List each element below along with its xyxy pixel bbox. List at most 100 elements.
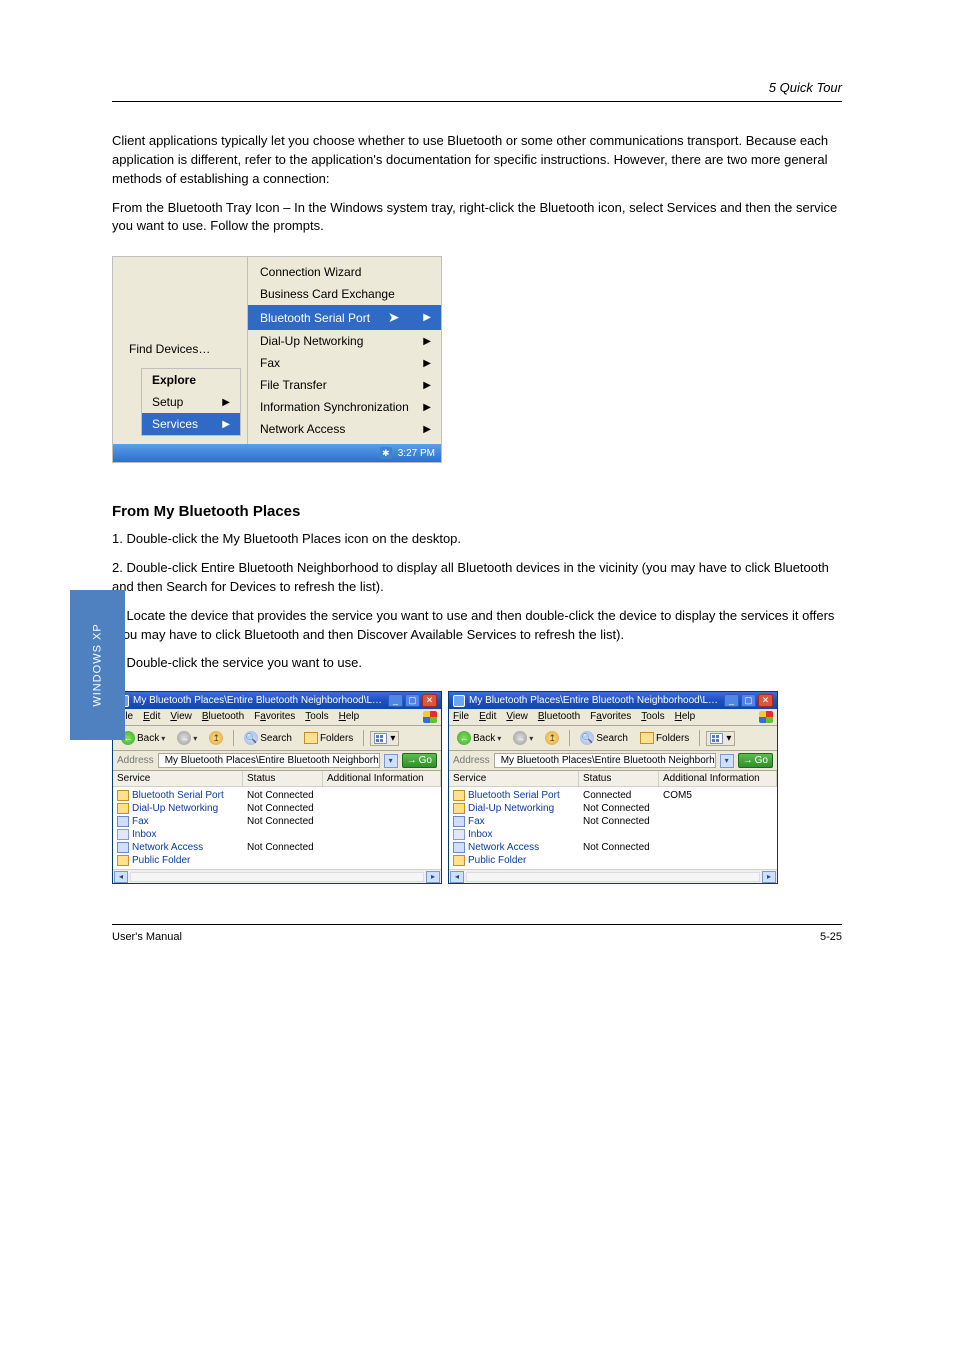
menu-view[interactable]: View	[506, 711, 528, 723]
col-additional[interactable]: Additional Information	[659, 771, 777, 786]
minimize-button[interactable]: _	[724, 694, 739, 707]
titlebar[interactable]: My Bluetooth Places\Entire Bluetooth Nei…	[113, 692, 441, 709]
svc-info-sync[interactable]: Information Synchronization▶	[248, 396, 441, 418]
menu-services[interactable]: Services▶	[142, 413, 240, 435]
svc-network-access[interactable]: Network Access▶	[248, 418, 441, 440]
service-row[interactable]: Public Folder	[113, 854, 441, 867]
scroll-left-button[interactable]: ◂	[114, 871, 128, 883]
menu-setup[interactable]: Setup▶	[142, 391, 240, 413]
menu-bluetooth[interactable]: Bluetooth	[202, 711, 244, 723]
views-button[interactable]: ▾	[370, 731, 399, 746]
service-row[interactable]: Inbox	[113, 828, 441, 841]
header-right: 5 Quick Tour	[112, 80, 842, 95]
scroll-right-button[interactable]: ▸	[762, 871, 776, 883]
service-row[interactable]: Network AccessNot Connected	[449, 841, 777, 854]
service-status	[579, 860, 659, 862]
col-service[interactable]: Service	[449, 771, 579, 786]
menu-favorites[interactable]: Favorites	[254, 711, 295, 723]
bluetooth-tray-icon[interactable]: ✱	[380, 447, 392, 459]
address-input[interactable]: My Bluetooth Places\Entire Bluetooth Nei…	[494, 753, 716, 768]
menu-tools[interactable]: Tools	[641, 711, 664, 723]
scroll-left-button[interactable]: ◂	[450, 871, 464, 883]
col-status[interactable]: Status	[579, 771, 659, 786]
menu-find-devices[interactable]: Find Devices…	[113, 334, 247, 364]
chevron-right-icon: ▶	[423, 424, 431, 435]
maximize-button[interactable]: ▢	[741, 694, 756, 707]
maximize-button[interactable]: ▢	[405, 694, 420, 707]
service-additional	[323, 795, 441, 797]
service-row[interactable]: Fax Not Connected	[113, 815, 441, 828]
up-button[interactable]: ↥	[541, 729, 563, 747]
menu-file[interactable]: File	[453, 711, 469, 723]
views-button[interactable]: ▾	[706, 731, 735, 746]
service-row[interactable]: Public Folder	[449, 854, 777, 867]
col-service[interactable]: Service	[113, 771, 243, 786]
menu-edit[interactable]: Edit	[479, 711, 496, 723]
service-status	[579, 834, 659, 836]
svc-fax[interactable]: Fax▶	[248, 352, 441, 374]
folders-button[interactable]: Folders	[300, 730, 357, 746]
service-row[interactable]: FaxNot Connected	[449, 815, 777, 828]
menu-tools[interactable]: Tools	[305, 711, 328, 723]
close-button[interactable]: ✕	[422, 694, 437, 707]
scroll-track[interactable]	[130, 872, 424, 882]
svc-bt-serial-port[interactable]: Bluetooth Serial Port➤▶	[248, 305, 441, 330]
service-additional	[659, 834, 777, 836]
menu-edit[interactable]: Edit	[143, 711, 160, 723]
service-icon	[117, 816, 129, 827]
service-row[interactable]: Dial-Up NetworkingNot Connected	[449, 802, 777, 815]
svc-business-card[interactable]: Business Card Exchange	[248, 283, 441, 305]
menu-favorites[interactable]: Favorites	[590, 711, 631, 723]
svc-dialup[interactable]: Dial-Up Networking▶	[248, 330, 441, 352]
titlebar[interactable]: My Bluetooth Places\Entire Bluetooth Nei…	[449, 692, 777, 709]
menu-explore[interactable]: Explore	[142, 369, 240, 391]
go-label: Go	[755, 755, 768, 766]
search-icon: 🔍	[244, 731, 258, 745]
service-name: Fax	[132, 816, 149, 827]
menu-help[interactable]: Help	[339, 711, 360, 723]
svc-connection-wizard[interactable]: Connection Wizard	[248, 261, 441, 283]
go-button[interactable]: → Go	[402, 753, 437, 768]
service-row[interactable]: Bluetooth Serial PortNot Connected	[113, 789, 441, 802]
col-status[interactable]: Status	[243, 771, 323, 786]
go-button[interactable]: → Go	[738, 753, 773, 768]
menu-help[interactable]: Help	[675, 711, 696, 723]
step-2: 2. Double-click Entire Bluetooth Neighbo…	[112, 559, 842, 597]
search-button[interactable]: 🔍Search	[240, 729, 296, 747]
service-row[interactable]: Inbox	[449, 828, 777, 841]
address-dropdown[interactable]: ▾	[720, 754, 734, 768]
chevron-right-icon: ▶	[423, 380, 431, 391]
footer: User's Manual 5-25	[112, 931, 842, 943]
service-row[interactable]: Bluetooth Serial PortConnectedCOM5	[449, 789, 777, 802]
service-name: Public Folder	[132, 855, 190, 866]
minimize-button[interactable]: _	[388, 694, 403, 707]
horizontal-scrollbar[interactable]: ◂ ▸	[449, 869, 777, 883]
service-row[interactable]: Network AccessNot Connected	[113, 841, 441, 854]
service-icon	[117, 855, 129, 866]
scroll-track[interactable]	[466, 872, 760, 882]
svc-file-transfer[interactable]: File Transfer▶	[248, 374, 441, 396]
chevron-right-icon: ▶	[423, 358, 431, 369]
folders-button[interactable]: Folders	[636, 730, 693, 746]
address-input[interactable]: My Bluetooth Places\Entire Bluetooth Nei…	[158, 753, 380, 768]
views-icon	[374, 733, 387, 744]
up-button[interactable]: ↥	[205, 729, 227, 747]
service-status	[243, 834, 323, 836]
address-dropdown[interactable]: ▾	[384, 754, 398, 768]
col-additional[interactable]: Additional Information	[323, 771, 441, 786]
up-icon: ↥	[545, 731, 559, 745]
scroll-right-button[interactable]: ▸	[426, 871, 440, 883]
horizontal-scrollbar[interactable]: ◂ ▸	[113, 869, 441, 883]
close-button[interactable]: ✕	[758, 694, 773, 707]
service-status: Not Connected	[243, 815, 323, 828]
menu-bluetooth[interactable]: Bluetooth	[538, 711, 580, 723]
forward-button[interactable]: →▾	[509, 729, 537, 747]
windows-flag-icon	[759, 711, 773, 723]
forward-button[interactable]: →▾	[173, 729, 201, 747]
back-button[interactable]: ←Back▾	[453, 729, 505, 747]
label: Connection Wizard	[260, 265, 361, 279]
service-additional	[659, 808, 777, 810]
service-row[interactable]: Dial-Up NetworkingNot Connected	[113, 802, 441, 815]
search-button[interactable]: 🔍Search	[576, 729, 632, 747]
menu-view[interactable]: View	[170, 711, 192, 723]
